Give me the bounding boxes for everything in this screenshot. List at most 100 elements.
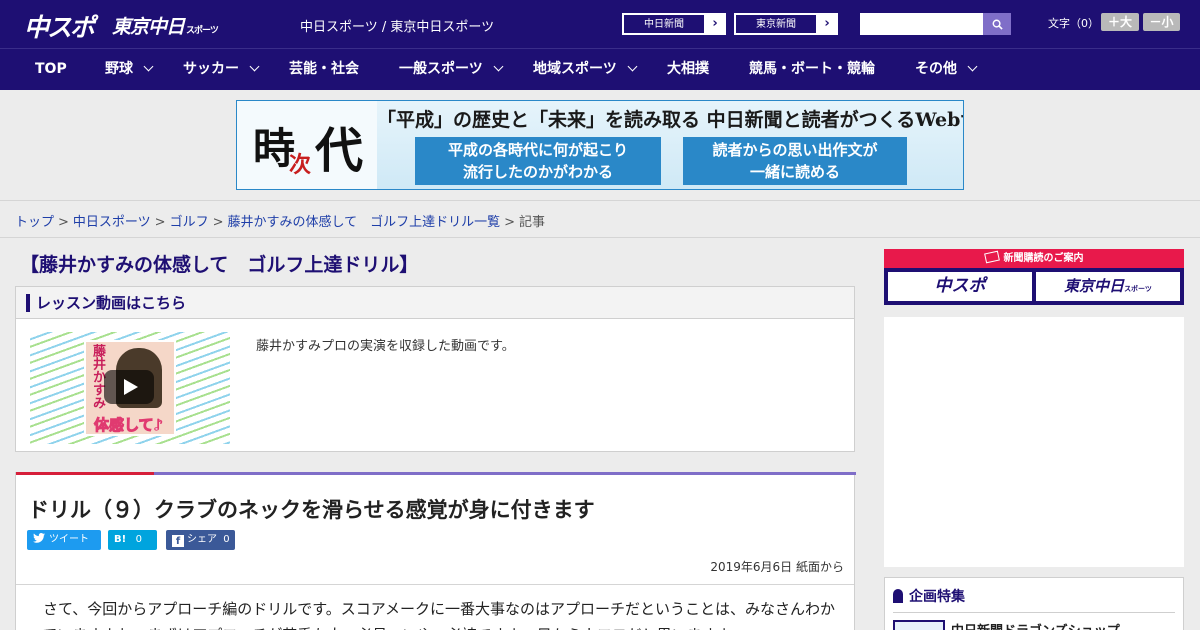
- tokyo-chunichi-logo-text: 東京中日: [112, 16, 185, 38]
- nav-item-general-sports[interactable]: 一般スポーツ: [399, 49, 504, 91]
- nav-item-top[interactable]: TOP: [35, 49, 67, 91]
- breadcrumb-link-drill-list[interactable]: 藤井かすみの体感して ゴルフ上達ドリル一覧: [228, 215, 501, 230]
- chuspo-subscription-logo[interactable]: 中スポ: [888, 272, 1032, 301]
- tokyo-chunichi-subscription-logo-suffix: スポーツ: [1124, 285, 1152, 293]
- series-title: 【藤井かすみの体感して ゴルフ上達ドリル】: [20, 254, 419, 276]
- facebook-share-button[interactable]: f シェア 0: [166, 530, 235, 550]
- chevron-right-icon: ›: [824, 16, 830, 31]
- facebook-icon: f: [172, 535, 184, 547]
- facebook-share-count: 0: [223, 534, 230, 545]
- play-icon[interactable]: [104, 370, 154, 404]
- nav-item-label: サッカー: [183, 61, 239, 77]
- breadcrumb-current: 記事: [519, 215, 546, 230]
- nav-item-other[interactable]: その他: [915, 49, 978, 91]
- nav-item-label: TOP: [35, 61, 67, 77]
- banner-feature-line: 平成の各時代に何が起こり: [447, 141, 628, 159]
- chunichi-shimbun-label: 中日新聞: [623, 14, 705, 34]
- search-button[interactable]: [983, 13, 1011, 35]
- tweet-label: ツイート: [49, 534, 89, 545]
- tweet-button[interactable]: ツイート: [27, 530, 101, 550]
- tokyo-shimbun-link[interactable]: 東京新聞 ›: [734, 13, 838, 35]
- nav-item-label: 芸能・社会: [289, 61, 359, 77]
- breadcrumb-link-chunichi-sports[interactable]: 中日スポーツ: [73, 215, 151, 230]
- nav-item-label: 一般スポーツ: [399, 61, 483, 77]
- breadcrumb-separator: >: [212, 215, 224, 230]
- search-input[interactable]: [860, 13, 983, 35]
- feature-special-box: 企画特集 中日新聞ドラゴンズショップ: [884, 577, 1184, 630]
- sidebar-ad-slot: [884, 317, 1184, 567]
- chevron-down-icon: [967, 61, 978, 72]
- jidai-logo-dai: 代: [315, 123, 364, 179]
- nav-item-label: 野球: [105, 61, 133, 77]
- nav-item-entertainment[interactable]: 芸能・社会: [289, 49, 359, 91]
- lesson-video-heading: レッスン動画はこちら: [26, 294, 187, 312]
- breadcrumb-link-top[interactable]: トップ: [15, 215, 54, 230]
- nav-item-baseball[interactable]: 野球: [105, 49, 154, 91]
- nav-item-label: その他: [915, 61, 957, 77]
- tokyo-chunichi-logo-suffix: スポーツ: [186, 26, 219, 36]
- subscription-box[interactable]: 新聞購読のご案内 中スポ 東京中日スポーツ: [884, 249, 1184, 305]
- nav-item-label: 地域スポーツ: [533, 61, 617, 77]
- tokyo-shimbun-label: 東京新聞: [735, 14, 817, 34]
- site-header: 中スポ 東京中日 スポーツ 中日スポーツ / 東京中日スポーツ 中日新聞 › 東京…: [0, 0, 1200, 48]
- tokyo-chunichi-subscription-logo[interactable]: 東京中日スポーツ: [1036, 272, 1180, 301]
- site-title: 中日スポーツ / 東京中日スポーツ: [300, 20, 495, 35]
- nav-item-sumo[interactable]: 大相撲: [667, 49, 709, 91]
- jidai-logo-tsugi: 次: [289, 152, 312, 178]
- font-smaller-button[interactable]: －小: [1143, 13, 1180, 31]
- font-size-label: 文字（0）: [1048, 17, 1099, 30]
- banner-feature-box: 読者からの思い出作文が 一緒に読める: [683, 137, 907, 185]
- lesson-video-description: 藤井かすみプロの実演を収録した動画です。: [256, 339, 515, 354]
- chunichi-shimbun-link[interactable]: 中日新聞 ›: [622, 13, 726, 35]
- feature-divider: [893, 612, 1175, 613]
- article-headline: ドリル（９）クラブのネックを滑らせる感覚が身に付きます: [28, 498, 595, 522]
- banner-feature-line: 読者からの思い出作文が: [712, 141, 878, 159]
- breadcrumb-separator: >: [58, 215, 69, 230]
- article-body: さて、今回からアプローチ編のドリルです。スコアメークに一番大事なのはアプローチだ…: [28, 600, 836, 630]
- newspaper-icon: [983, 250, 1000, 264]
- main-nav: TOP 野球 サッカー 芸能・社会 一般スポーツ 地域スポーツ 大相撲 競馬・ボ…: [0, 48, 1200, 90]
- nav-item-label: 大相撲: [667, 61, 709, 77]
- banner-feature-box: 平成の各時代に何が起こり 流行したのかがわかる: [415, 137, 661, 185]
- feature-item-link[interactable]: 中日新聞ドラゴンズショップ: [951, 620, 1120, 630]
- thumbnail-caption: 体感して♪: [93, 416, 164, 435]
- facebook-share-label: シェア: [187, 534, 217, 545]
- banner-area: 時 次 代 「平成」の歴史と「未来」を読み取る 中日新聞と読者がつくるWebサイ…: [0, 90, 1200, 200]
- nav-item-keiba[interactable]: 競馬・ボート・競輪: [749, 49, 875, 91]
- chevron-down-icon: [249, 61, 260, 72]
- breadcrumb-link-golf[interactable]: ゴルフ: [170, 215, 209, 230]
- lesson-video-thumbnail[interactable]: 藤井かすみ 体感して♪: [30, 332, 230, 444]
- nav-item-label: 競馬・ボート・競輪: [749, 61, 875, 77]
- breadcrumb: トップ > 中日スポーツ > ゴルフ > 藤井かすみの体感して ゴルフ上達ドリル一覧 > 記事: [0, 200, 1200, 238]
- hatena-bookmark-icon: B!: [114, 534, 127, 545]
- chevron-down-icon: [493, 61, 504, 72]
- article-divider: [16, 584, 854, 585]
- chevron-down-icon: [143, 61, 154, 72]
- feature-heading-text: 企画特集: [909, 589, 965, 605]
- font-larger-button[interactable]: ＋大: [1101, 13, 1139, 31]
- chuspo-logo[interactable]: 中スポ: [24, 8, 95, 44]
- jidai-banner[interactable]: 時 次 代 「平成」の歴史と「未来」を読み取る 中日新聞と読者がつくるWebサイ…: [236, 100, 964, 190]
- banner-headline: 「平成」の歴史と「未来」を読み取る 中日新聞と読者がつくるWebサイト: [377, 109, 964, 131]
- tokyo-chunichi-subscription-logo-text: 東京中日: [1064, 277, 1125, 295]
- article-top-accent: [16, 472, 154, 475]
- search-icon: [992, 19, 1003, 30]
- nav-item-regional-sports[interactable]: 地域スポーツ: [533, 49, 638, 91]
- article: ドリル（９）クラブのネックを滑らせる感覚が身に付きます ツイート B! 0 fシ…: [15, 472, 856, 630]
- banner-feature-line: 一緒に読める: [749, 163, 840, 181]
- lesson-video-box: レッスン動画はこちら 藤井かすみ 体感して♪ 藤井かすみプロの実演を収録した動画…: [15, 286, 855, 452]
- nav-item-soccer[interactable]: サッカー: [183, 49, 260, 91]
- feature-item-thumbnail[interactable]: [893, 620, 945, 630]
- hatena-count: 0: [135, 534, 143, 545]
- banner-feature-line: 流行したのかがわかる: [462, 163, 613, 181]
- breadcrumb-separator: >: [154, 215, 166, 230]
- lesson-video-header: レッスン動画はこちら: [16, 287, 854, 319]
- hatena-bookmark-button[interactable]: B! 0: [108, 530, 157, 550]
- subscription-heading: 新聞購読のご案内: [884, 249, 1184, 268]
- chevron-right-icon: ›: [712, 16, 718, 31]
- feature-heading: 企画特集: [893, 586, 965, 606]
- tokyo-chunichi-logo[interactable]: 東京中日 スポーツ: [112, 12, 219, 39]
- subscription-heading-text: 新聞購読のご案内: [1003, 253, 1084, 264]
- chevron-down-icon: [627, 61, 638, 72]
- breadcrumb-separator: >: [504, 215, 516, 230]
